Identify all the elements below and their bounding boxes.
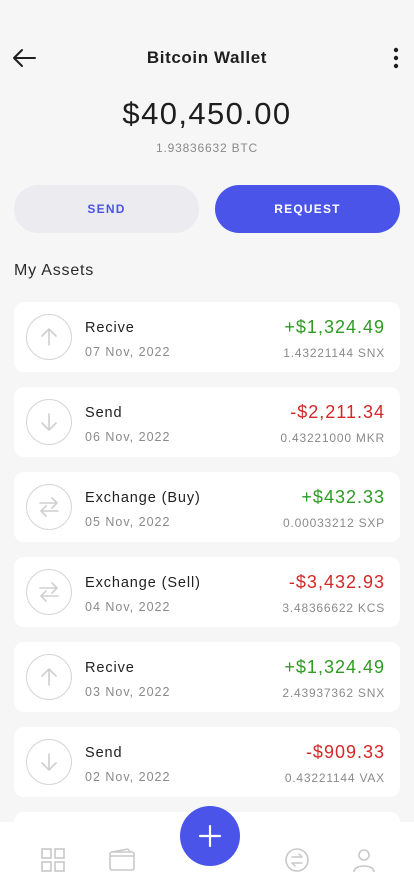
list-item[interactable]: Exchange (Buy) 05 Nov, 2022 +$432.33 0.0…	[14, 472, 400, 542]
arrow-down-icon	[26, 399, 72, 445]
list-item[interactable]: Recive 03 Nov, 2022 +$1,324.49 2.4393736…	[14, 642, 400, 712]
asset-date: 05 Nov, 2022	[85, 515, 171, 529]
asset-crypto: 1.43221144 SNX	[283, 346, 385, 360]
asset-amount: -$2,211.34	[290, 402, 385, 422]
asset-title: Send	[85, 405, 123, 421]
arrow-up-icon	[26, 654, 72, 700]
asset-title: Recive	[85, 320, 135, 336]
balance-btc: 1.93836632 BTC	[156, 141, 258, 155]
exchange-icon	[26, 569, 72, 615]
exchange-icon	[26, 484, 72, 530]
asset-amount: +$1,324.49	[284, 317, 385, 337]
exchange-icon	[285, 848, 309, 872]
profile-icon	[353, 849, 375, 873]
asset-title: Exchange (Buy)	[85, 490, 201, 506]
wallet-screen: Bitcoin Wallet $40,450.00 1.93836632 BTC…	[0, 0, 414, 896]
wallet-icon	[109, 848, 135, 871]
list-item[interactable]: Recive 07 Nov, 2022 +$1,324.49 1.4322114…	[14, 302, 400, 372]
arrow-down-icon	[26, 739, 72, 785]
section-title: My Assets	[14, 262, 95, 279]
nav-dashboard[interactable]	[39, 846, 67, 874]
asset-title: Send	[85, 745, 123, 761]
asset-date: 02 Nov, 2022	[85, 770, 171, 784]
send-button[interactable]: SEND	[14, 185, 199, 233]
header: Bitcoin Wallet	[0, 36, 414, 80]
list-item[interactable]: Exchange (Sell) 04 Nov, 2022 -$3,432.93 …	[14, 557, 400, 627]
nav-wallet[interactable]	[108, 846, 136, 874]
asset-amount: -$909.33	[305, 742, 385, 762]
asset-amount: -$3,432.93	[288, 572, 385, 592]
add-button[interactable]	[180, 806, 240, 866]
add-icon	[198, 824, 222, 848]
asset-date: 03 Nov, 2022	[85, 685, 171, 699]
asset-crypto: 3.48366622 KCS	[282, 601, 385, 615]
list-item[interactable]: Send 06 Nov, 2022 -$2,211.34 0.43221000 …	[14, 387, 400, 457]
list-item[interactable]: Send 02 Nov, 2022 -$909.33 0.43221144 VA…	[14, 727, 400, 797]
page-title: Bitcoin Wallet	[146, 48, 268, 67]
asset-crypto: 0.43221144 VAX	[284, 771, 385, 785]
asset-date: 06 Nov, 2022	[85, 430, 171, 444]
asset-title: Exchange (Sell)	[85, 575, 201, 591]
asset-crypto: 0.00033212 SXP	[283, 516, 385, 530]
asset-date: 04 Nov, 2022	[85, 600, 171, 614]
grid-icon	[41, 848, 65, 872]
nav-exchange[interactable]	[283, 846, 311, 874]
asset-crypto: 0.43221000 MKR	[280, 431, 385, 445]
more-options-button[interactable]	[384, 42, 408, 74]
asset-amount: +$1,324.49	[284, 657, 385, 677]
asset-title: Recive	[85, 660, 135, 676]
asset-crypto: 2.43937362 SNX	[282, 686, 385, 700]
more-vertical-icon	[393, 47, 399, 69]
balance-amount: $40,450.00	[122, 96, 292, 131]
asset-date: 07 Nov, 2022	[85, 345, 171, 359]
asset-amount: +$432.33	[301, 487, 385, 507]
arrow-up-icon	[26, 314, 72, 360]
nav-profile[interactable]	[350, 846, 378, 874]
request-button[interactable]: REQUEST	[215, 185, 400, 233]
